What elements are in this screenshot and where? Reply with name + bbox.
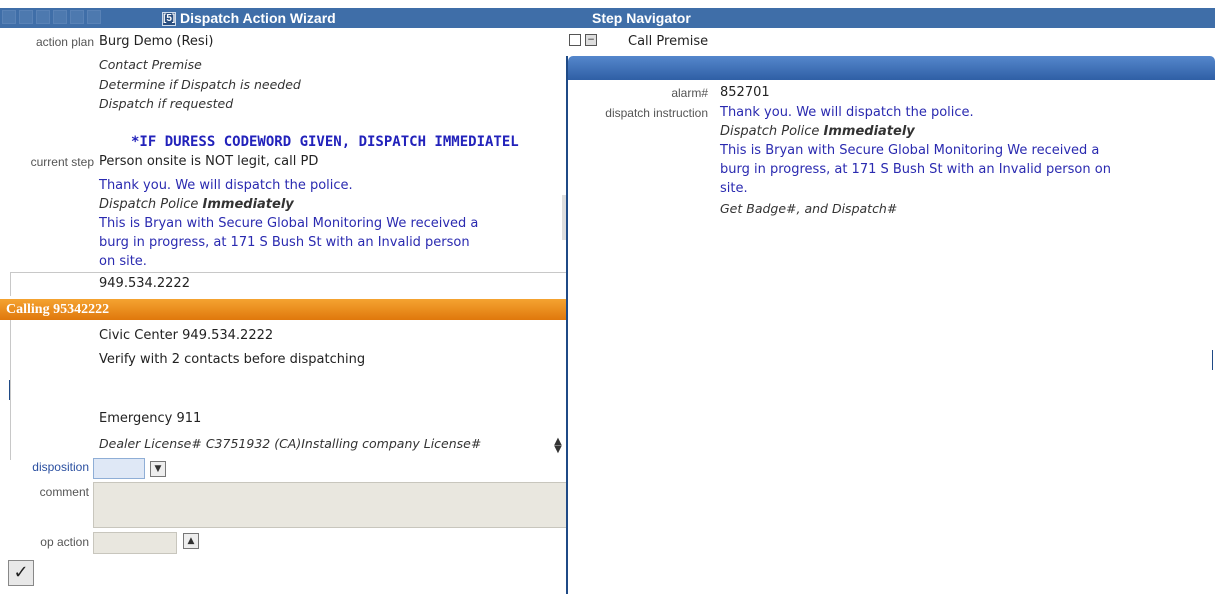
close-icon[interactable] <box>87 10 101 24</box>
wizard-title: [5] Dispatch Action Wizard <box>162 8 336 28</box>
current-step-value: Person onsite is NOT legit, call PD <box>99 154 319 169</box>
collapse-icon[interactable]: − <box>585 34 597 46</box>
edge-marker <box>9 380 10 400</box>
duress-notice: *IF DURESS CODEWORD GIVEN, DISPATCH IMME… <box>131 134 519 150</box>
disposition-label: disposition <box>32 460 89 474</box>
dispatch-instruction-label: dispatch instruction <box>605 106 708 120</box>
dispatch-action-wizard-panel: [5] Dispatch Action Wizard action plan Bu… <box>0 0 572 594</box>
divider <box>10 272 11 296</box>
verify-note: Verify with 2 contacts before dispatchin… <box>99 352 366 367</box>
disposition-input[interactable] <box>93 458 145 479</box>
step-line-2-prefix: Dispatch Police <box>99 197 203 212</box>
license-scroll-stepper[interactable]: ▲ ▼ <box>552 437 564 455</box>
plan-step-2: Determine if Dispatch is needed <box>99 77 301 92</box>
instruction-line-4: burg in progress, at 171 S Bush St with … <box>720 162 1111 177</box>
contact-emergency[interactable]: Emergency 911 <box>99 411 201 426</box>
op-action-chevron-up-icon[interactable]: ▲ <box>183 533 199 549</box>
action-plan-label: action plan <box>35 35 94 49</box>
op-action-input[interactable] <box>93 532 177 554</box>
step-instruction-line-4: burg in progress, at 171 S Bush St with … <box>99 235 470 250</box>
alarm-label: alarm# <box>671 86 708 100</box>
current-step-label: current step <box>30 155 94 169</box>
wizard-title-text: Dispatch Action Wizard <box>180 10 336 26</box>
step-instruction-line-5: on site. <box>99 254 147 269</box>
list-icon[interactable] <box>2 10 16 24</box>
instruction-line-2: Dispatch Police Immediately <box>720 124 915 139</box>
contact-civic-center[interactable]: Civic Center 949.534.2222 <box>99 328 273 343</box>
instruction-line-3: This is Bryan with Secure Global Monitor… <box>720 143 1100 158</box>
delete-icon[interactable] <box>70 10 84 24</box>
comment-label: comment <box>39 485 89 499</box>
phone-number[interactable]: 949.534.2222 <box>99 276 190 291</box>
disposition-dropdown-chevron-down-icon[interactable]: ▼ <box>150 461 166 477</box>
step-navigator-title: Step Navigator <box>592 10 691 26</box>
edge-marker <box>1212 350 1213 370</box>
divider <box>10 272 570 273</box>
op-action-label: op action <box>40 535 89 549</box>
plan-step-1: Contact Premise <box>99 57 202 72</box>
instruction-line-2-emphasis: Immediately <box>823 124 915 139</box>
comment-textarea[interactable] <box>93 482 572 528</box>
popup-header[interactable] <box>568 56 1215 80</box>
alarm-value: 852701 <box>720 85 770 100</box>
instruction-line-2-prefix: Dispatch Police <box>720 124 824 139</box>
instruction-line-1: Thank you. We will dispatch the police. <box>720 105 974 120</box>
action-plan-value: Burg Demo (Resi) <box>99 34 214 49</box>
submit-check-button[interactable]: ✓ <box>8 560 34 586</box>
add-icon[interactable] <box>36 10 50 24</box>
step-instruction-line-1: Thank you. We will dispatch the police. <box>99 178 353 193</box>
instruction-line-5: site. <box>720 181 748 196</box>
save-icon[interactable] <box>53 10 67 24</box>
license-note: Dealer License# C3751932 (CA)Installing … <box>99 436 482 451</box>
step-instruction-line-2: Dispatch Police Immediately <box>99 197 294 212</box>
navigator-step-call-premise[interactable]: Call Premise <box>628 34 708 49</box>
step-line-2-emphasis: Immediately <box>202 197 294 212</box>
wizard-badge-icon: [5] <box>162 12 176 27</box>
plan-step-3: Dispatch if requested <box>99 96 234 111</box>
wizard-toolbar <box>2 10 101 26</box>
edit-icon[interactable] <box>19 10 33 24</box>
calling-bar: Calling 95342222 <box>0 299 572 320</box>
step-instruction-line-3: This is Bryan with Secure Global Monitor… <box>99 216 479 231</box>
wizard-titlebar: [5] Dispatch Action Wizard <box>0 8 572 28</box>
node-checkbox-icon[interactable] <box>569 34 581 46</box>
dispatch-instruction-popup: alarm# 852701 dispatch instruction Thank… <box>566 56 1215 594</box>
step-navigator-titlebar: Step Navigator <box>572 8 1215 28</box>
check-icon: ✓ <box>13 562 29 583</box>
navigator-tree-controls: − <box>569 34 597 46</box>
divider <box>10 320 11 460</box>
instruction-line-6: Get Badge#, and Dispatch# <box>720 201 898 216</box>
